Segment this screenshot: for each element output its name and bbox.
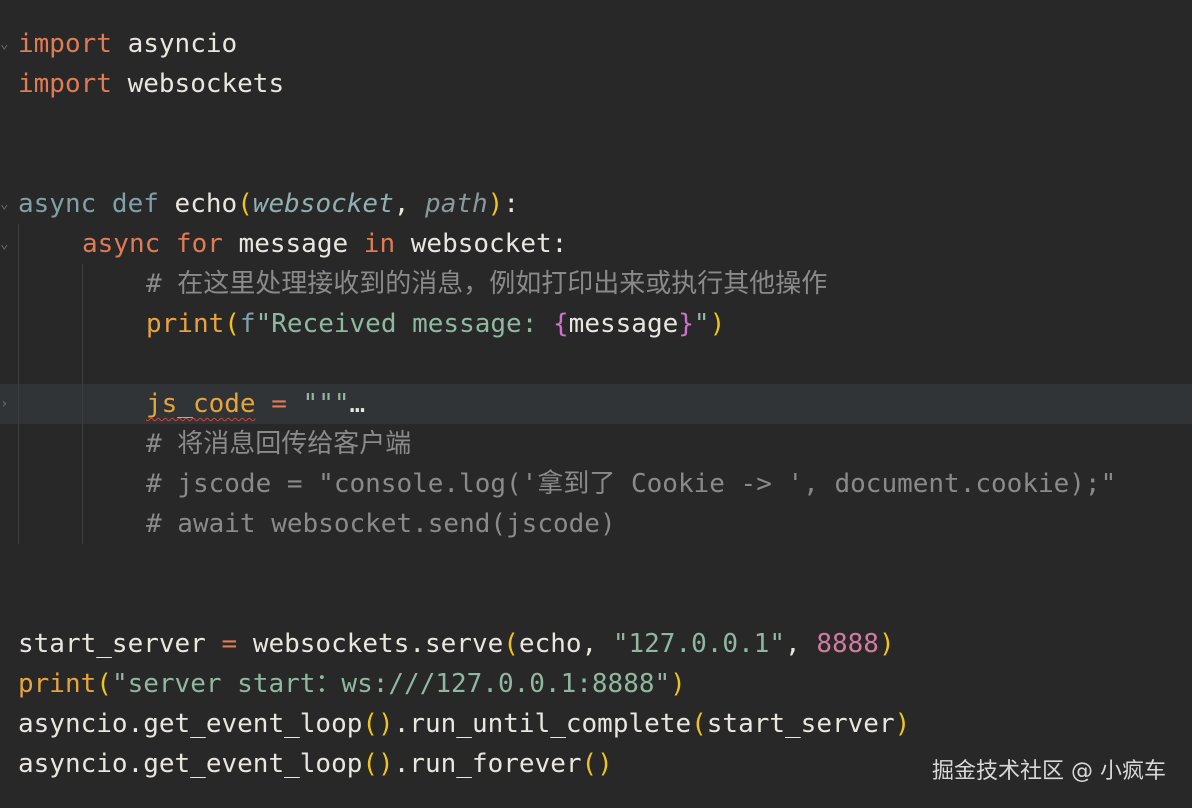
indent-guide: [18, 224, 19, 544]
parameter-token: websocket: [252, 189, 394, 219]
call-token: asyncio.get_event_loop: [18, 709, 363, 739]
call-token: .run_until_complete: [393, 709, 692, 739]
operator-token: =: [255, 389, 303, 419]
indent-guide: [82, 264, 83, 544]
keyword-token: import: [18, 29, 112, 59]
code-line-1[interactable]: import asyncio: [18, 24, 237, 64]
builtin-token: print: [146, 309, 225, 339]
folded-region-ellipsis[interactable]: …: [350, 389, 366, 419]
code-line-19[interactable]: asyncio.get_event_loop().run_forever(): [18, 744, 613, 784]
fold-marker-icon[interactable]: ⌄: [0, 184, 10, 224]
fold-marker-icon[interactable]: ⌄: [0, 224, 10, 264]
code-line-5[interactable]: async def echo(websocket, path):: [18, 184, 519, 224]
comment-token: # 将消息回传给客户端: [146, 429, 412, 459]
module-token: websockets: [111, 69, 285, 99]
code-line-11[interactable]: # 将消息回传给客户端: [146, 424, 411, 464]
argument-token: echo,: [518, 629, 613, 659]
comment-token: # 在这里处理接收到的消息，例如打印出来或执行其他操作: [146, 269, 828, 299]
function-name-token: echo: [158, 189, 238, 219]
parameter-token: path: [425, 189, 488, 219]
code-line-2[interactable]: import websockets: [18, 64, 284, 104]
string-token: "127.0.0.1": [612, 629, 786, 659]
keyword-token: async: [82, 229, 161, 259]
fold-marker-icon[interactable]: ›: [0, 384, 10, 424]
variable-token: message: [222, 229, 349, 259]
string-token: """: [302, 389, 350, 419]
builtin-token: print: [18, 669, 97, 699]
keyword-token: for: [160, 229, 223, 259]
argument-token: start_server: [706, 709, 895, 739]
code-line-13[interactable]: # await websocket.send(jscode): [146, 504, 616, 544]
variable-token: start_server: [18, 629, 206, 659]
string-token: "Received message:: [255, 309, 554, 339]
fstring-prefix-token: f: [239, 309, 256, 339]
code-line-6[interactable]: async for message in websocket:: [82, 224, 567, 264]
code-line-10[interactable]: js_code = """…: [146, 384, 365, 424]
variable-token: message: [568, 309, 679, 339]
variable-token: websocket:: [395, 229, 568, 259]
code-line-16[interactable]: start_server = websockets.serve(echo, "1…: [18, 624, 895, 664]
code-editor[interactable]: ⌄ ⌄ ⌄ › import asyncio import websockets…: [0, 0, 1192, 808]
fold-marker-icon[interactable]: ⌄: [0, 24, 10, 64]
string-token: "server start：ws:///127.0.0.1:8888": [111, 669, 671, 699]
watermark: 掘金技术社区 @ 小疯车: [932, 759, 1166, 784]
variable-token: js_code: [146, 389, 256, 419]
code-line-12[interactable]: # jscode = "console.log('拿到了 Cookie -> '…: [146, 464, 1116, 504]
operator-token: =: [205, 629, 253, 659]
keyword-token: def: [96, 189, 159, 219]
comment-token: # jscode = "console.log('拿到了 Cookie -> '…: [146, 469, 1117, 499]
code-line-18[interactable]: asyncio.get_event_loop().run_until_compl…: [18, 704, 910, 744]
code-line-17[interactable]: print("server start：ws:///127.0.0.1:8888…: [18, 664, 686, 704]
number-token: 8888: [816, 629, 879, 659]
string-token: ": [693, 309, 710, 339]
code-line-7[interactable]: # 在这里处理接收到的消息，例如打印出来或执行其他操作: [146, 264, 827, 304]
code-line-8[interactable]: print(f"Received message: {message}"): [146, 304, 725, 344]
call-token: asyncio.get_event_loop: [18, 749, 363, 779]
call-token: .run_forever: [393, 749, 582, 779]
comment-token: # await websocket.send(jscode): [146, 509, 616, 539]
keyword-token: async: [18, 189, 97, 219]
call-token: websockets.serve: [252, 629, 504, 659]
module-token: asyncio: [111, 29, 238, 59]
keyword-token: in: [348, 229, 396, 259]
keyword-token: import: [18, 69, 112, 99]
